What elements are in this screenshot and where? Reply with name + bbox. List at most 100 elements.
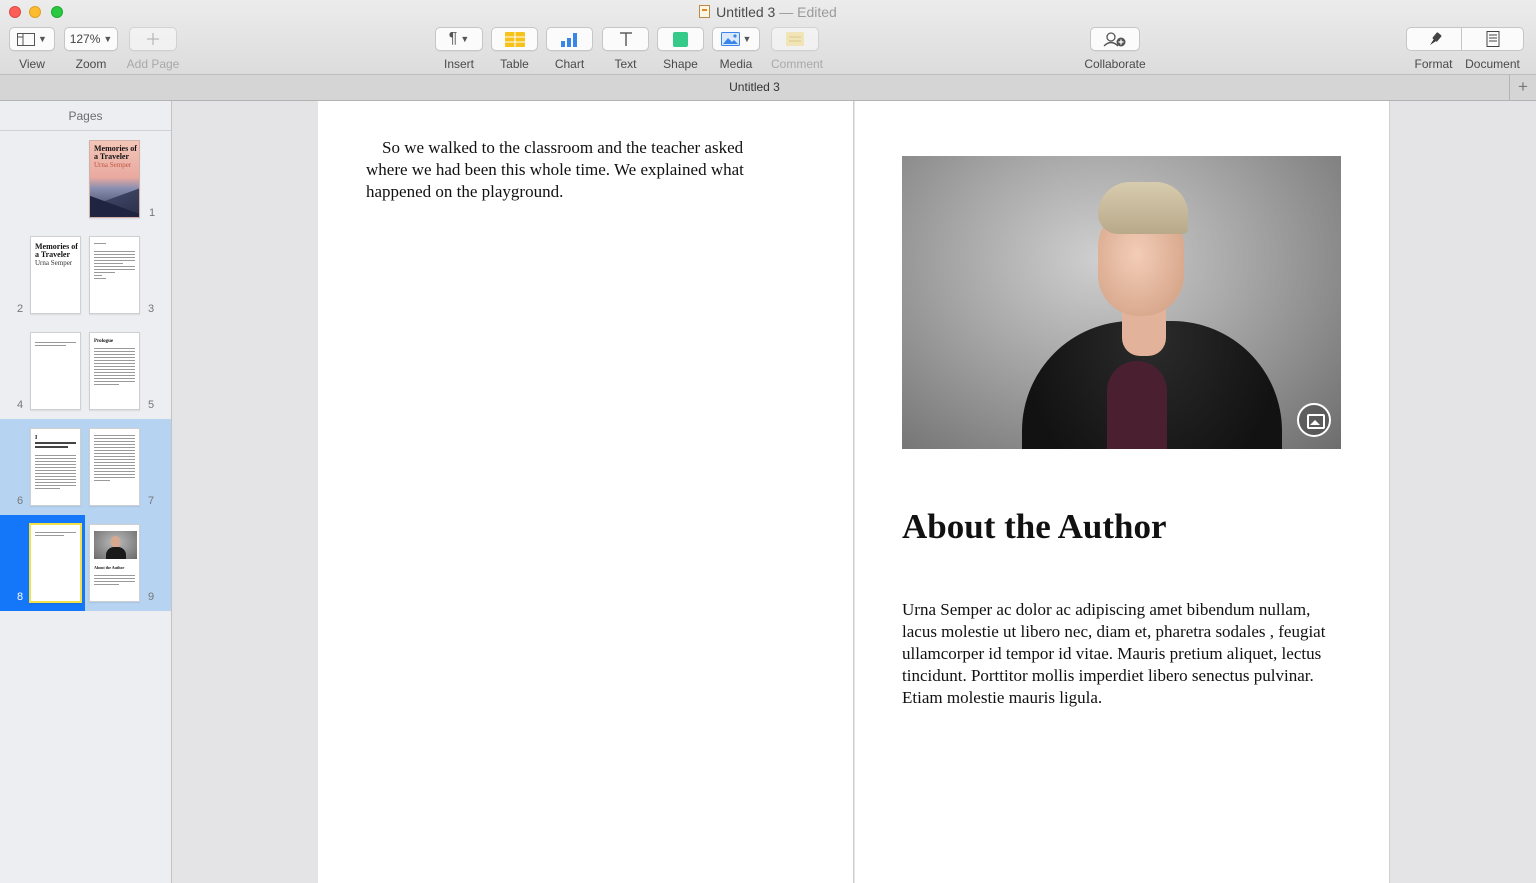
page-thumbnail-9[interactable]: About the Author	[89, 524, 140, 602]
media-button[interactable]: ▼	[712, 27, 760, 51]
sidebar-icon	[17, 32, 36, 46]
comment-tool[interactable]: Comment	[771, 27, 824, 71]
text-button[interactable]	[602, 27, 649, 51]
author-bio-paragraph[interactable]: Urna Semper ac dolor ac adipiscing amet …	[902, 599, 1347, 709]
page-thumbnail-1[interactable]: Memories of a Traveler Urna Semper	[89, 140, 140, 218]
shape-tool[interactable]: Shape	[657, 27, 704, 71]
page-number: 1	[149, 207, 156, 219]
text-lines	[35, 532, 76, 538]
collaborate-label: Collaborate	[1084, 57, 1146, 71]
shape-label: Shape	[663, 57, 698, 71]
page-thumbnail-5[interactable]: Prologue	[89, 332, 140, 410]
zoom-value: 127%	[69, 32, 101, 46]
zoom-tool[interactable]: 127% ▼ Zoom	[64, 27, 118, 71]
text-lines	[94, 575, 135, 587]
author-photo[interactable]	[902, 156, 1341, 449]
page-number: 8	[17, 591, 24, 603]
author-photo-thumbnail	[94, 531, 137, 559]
chapter-heading-lines	[35, 442, 76, 450]
page-9[interactable]: About the Author Urna Semper ac dolor ac…	[855, 101, 1390, 883]
page-number: 4	[17, 399, 24, 411]
insert-label: Insert	[443, 57, 474, 71]
new-tab-button[interactable]: +	[1509, 75, 1536, 100]
page-thumbnail-8[interactable]	[29, 523, 82, 603]
collaborate-button[interactable]	[1090, 27, 1140, 51]
text-label: Text	[614, 57, 637, 71]
chevron-down-icon: ▼	[460, 34, 470, 44]
format-button[interactable]	[1407, 28, 1462, 50]
page-thumbnail-3[interactable]	[89, 236, 140, 314]
sidebar-divider	[0, 130, 171, 131]
tab-document[interactable]: Untitled 3	[0, 80, 1509, 94]
text-lines	[94, 251, 135, 281]
body-paragraph[interactable]: So we walked to the classroom and the te…	[366, 137, 786, 203]
document-button[interactable]	[1462, 28, 1523, 50]
page-number: 9	[148, 591, 155, 603]
text-lines	[35, 455, 76, 491]
collaborate-tool[interactable]: Collaborate	[1082, 27, 1148, 71]
tab-bar: Untitled 3 +	[0, 75, 1536, 101]
chart-tool[interactable]: Chart	[546, 27, 593, 71]
table-tool[interactable]: Table	[491, 27, 538, 71]
chart-label: Chart	[554, 57, 585, 71]
page-number: 2	[17, 303, 24, 315]
shape-square-icon	[673, 31, 688, 47]
insert-tool[interactable]: ¶ ▼ Insert	[435, 27, 483, 71]
pages-document-icon	[699, 5, 711, 18]
page-thumbnail-6[interactable]: I	[30, 428, 81, 506]
inspector-labels: Format Document	[1406, 57, 1524, 71]
zoom-select[interactable]: 127% ▼	[64, 27, 118, 51]
add-page-tool[interactable]: Add Page	[124, 27, 182, 71]
text-lines	[94, 243, 135, 246]
text-tool[interactable]: Text	[602, 27, 649, 71]
page-number: 5	[148, 399, 155, 411]
chevron-down-icon: ▼	[38, 34, 47, 44]
view-tool[interactable]: ▼ View	[9, 27, 55, 71]
document-label: Document	[1465, 57, 1520, 71]
add-page-button[interactable]	[129, 27, 177, 51]
bar-chart-icon	[560, 32, 577, 47]
document-canvas: So we walked to the classroom and the te…	[172, 101, 1536, 883]
chart-button[interactable]	[546, 27, 593, 51]
table-label: Table	[500, 57, 529, 71]
toolbar: Untitled 3 — Edited ▼ View 127% ▼ Zoom A…	[0, 0, 1536, 75]
mountain-image-foreground	[90, 193, 139, 217]
chevron-down-icon: ▼	[103, 34, 113, 44]
collaborate-person-plus-icon	[1103, 32, 1126, 47]
page-thumbnails-sidebar: Pages Memories of a Traveler Urna Semper…	[0, 101, 172, 883]
document-icon	[1486, 31, 1499, 47]
comment-label: Comment	[771, 57, 824, 71]
media-tool[interactable]: ▼ Media	[712, 27, 760, 71]
table-button[interactable]	[491, 27, 538, 51]
view-label: View	[19, 57, 45, 71]
page-thumbnail-4[interactable]	[30, 332, 81, 410]
zoom-label: Zoom	[75, 57, 107, 71]
photo-icon	[720, 32, 740, 46]
about-author-heading[interactable]: About the Author	[902, 507, 1166, 547]
inspector-tools: Format Document	[1406, 27, 1524, 71]
plus-icon	[147, 33, 159, 45]
text-lines	[94, 348, 135, 387]
page-thumbnail-7[interactable]	[89, 428, 140, 506]
view-button[interactable]: ▼	[9, 27, 55, 51]
text-box-icon	[619, 32, 632, 46]
paintbrush-icon	[1430, 32, 1442, 45]
format-label: Format	[1414, 57, 1453, 71]
plus-icon: +	[1518, 77, 1528, 96]
insert-button[interactable]: ¶ ▼	[435, 27, 483, 51]
replace-image-icon[interactable]	[1297, 403, 1331, 437]
comment-button[interactable]	[771, 27, 819, 51]
shape-button[interactable]	[657, 27, 704, 51]
cover-title: Memories of a Traveler Urna Semper	[94, 144, 137, 170]
inspector-segmented-control	[1406, 27, 1524, 51]
page-8[interactable]: So we walked to the classroom and the te…	[318, 101, 854, 883]
page-thumbnail-2[interactable]: Memories of a Traveler Urna Semper	[30, 236, 81, 314]
title-page-text: Memories of a Traveler Urna Semper	[35, 242, 78, 268]
page-number: 6	[17, 495, 24, 507]
spread-highlight-6-7	[0, 419, 171, 515]
text-lines	[35, 342, 76, 348]
table-icon	[504, 31, 525, 47]
media-label: Media	[719, 57, 753, 71]
comment-icon	[786, 32, 804, 46]
paragraph-icon: ¶	[448, 30, 458, 47]
